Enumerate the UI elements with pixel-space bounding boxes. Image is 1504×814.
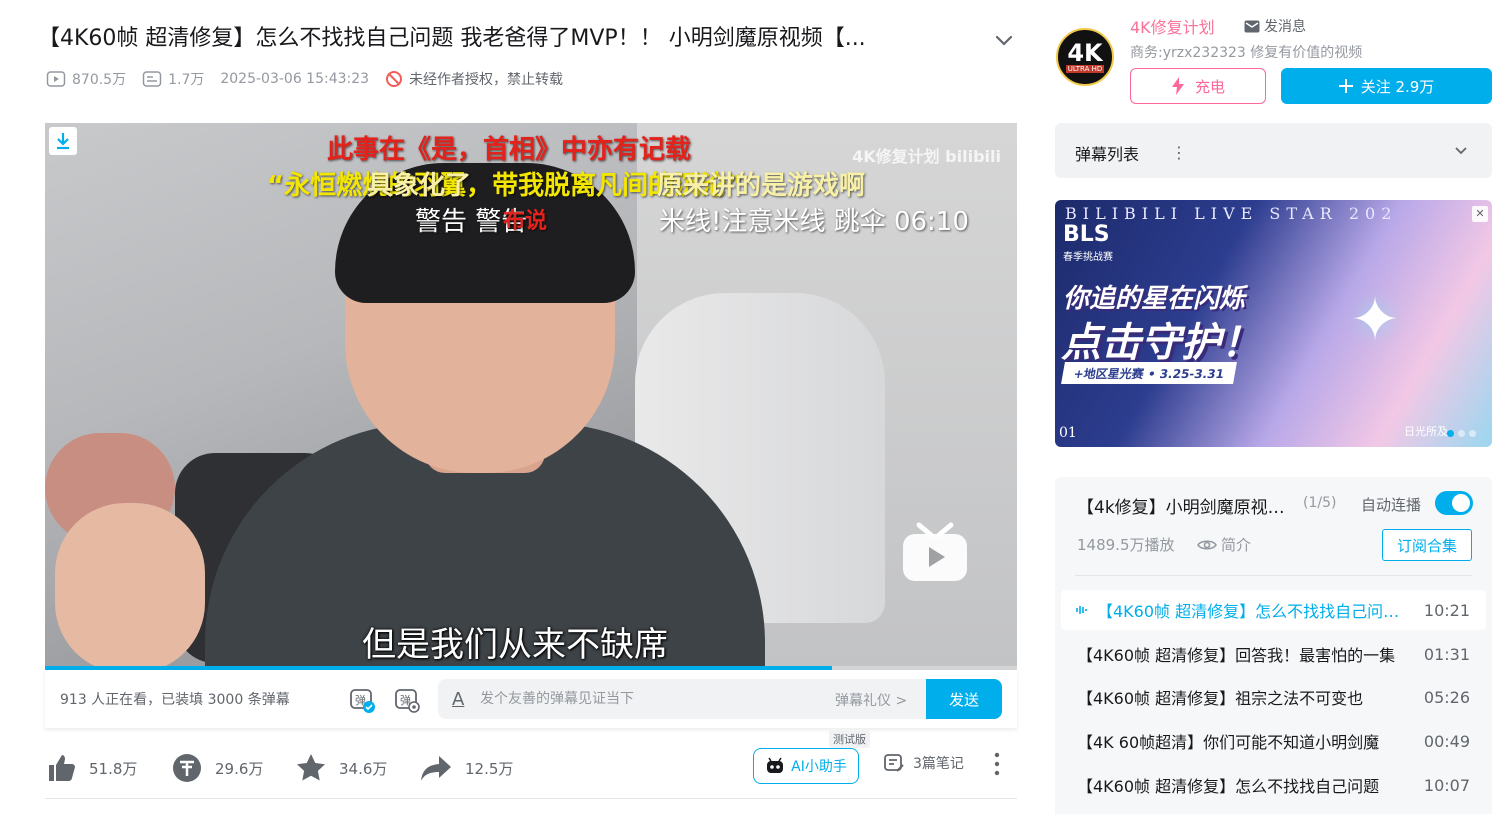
ad-top-text: BILIBILI LIVE STAR 202 [1065, 204, 1398, 223]
thumbs-up-icon [49, 755, 75, 781]
ad-brand-sub: 春季挑战赛 [1063, 252, 1113, 263]
danmaku-item: 米线!注意米线 跳伞 06:10 [659, 207, 969, 237]
chevron-down-icon [1455, 147, 1467, 155]
forbidden-icon [386, 71, 403, 87]
subscribe-collection-button[interactable]: 订阅合集 [1382, 529, 1472, 561]
divider [45, 798, 1017, 799]
copyright-notice: 未经作者授权，禁止转载 [385, 69, 563, 89]
video-meta: 870.5万 1.7万 2025-03-06 15:43:23 未经作者授权，禁… [46, 68, 579, 90]
ad-headline-2: 点击守护！ [1061, 320, 1261, 366]
lightning-icon [1171, 77, 1184, 95]
share-arrow-icon [421, 756, 451, 781]
coin-icon [173, 754, 201, 782]
watermark: 4K修复计划 bilibili [852, 147, 1001, 166]
ad-banner[interactable]: BILIBILI LIVE STAR 202 BLS 春季挑战赛 你追的星在闪烁… [1055, 200, 1492, 447]
ad-date: +地区星光赛 • 3.25-3.31 [1061, 362, 1237, 384]
playlist-title[interactable]: 【4k修复】小明剑魔原视频合集 [1077, 493, 1287, 518]
playing-wave-icon [1076, 606, 1087, 614]
playlist-episode[interactable]: 【4K60帧 超清修复】祖宗之法不可变也 05:26 [1061, 677, 1486, 717]
danmaku-input[interactable] [480, 679, 820, 719]
publish-time: 2025-03-06 15:43:23 [220, 71, 370, 87]
like-button[interactable]: 51.8万 [45, 752, 137, 784]
playlist-episode[interactable]: 【4K60帧 超清修复】怎么不找找自己问题 10:07 [1061, 765, 1486, 805]
danmaku-send-bar: 913 人正在看，已装填 3000 条弹幕 弹 弹 A 弹幕礼仪 > 发送 [45, 670, 1017, 728]
close-icon[interactable]: ✕ [1472, 206, 1488, 222]
eye-icon [1197, 539, 1217, 550]
beta-tag: 测试版 [829, 730, 870, 748]
share-button[interactable]: 12.5万 [419, 752, 513, 784]
chevron-down-icon[interactable] [992, 28, 1016, 52]
viewer-count: 913 人正在看，已装填 3000 条弹幕 [60, 692, 290, 708]
more-options-icon[interactable]: ⋮ [1171, 143, 1187, 162]
ad-footer-text: 日光所及 [1404, 425, 1448, 438]
playlist-episode[interactable]: 【4K60帧 超清修复】怎么不找找自己问题 我老爸得了MVP 10:21 [1061, 590, 1486, 630]
view-count: 870.5万 [46, 69, 126, 89]
danmaku-settings-icon[interactable]: 弹 [393, 686, 421, 714]
uploader-description: 商务:yrzx232323 修复有价值的视频 [1130, 45, 1363, 61]
danmaku-item: 此事在《是，首相》中亦有记载 [327, 135, 692, 165]
playlist-episode[interactable]: 【4K60帧 超清修复】回答我！最害怕的一集 01:31 [1061, 634, 1486, 674]
danmaku-toggle-icon[interactable]: 弹 [348, 686, 376, 714]
playlist-intro-link[interactable]: 简介 [1197, 534, 1251, 555]
autoplay-toggle[interactable] [1435, 491, 1473, 515]
follow-button[interactable]: 关注 2.9万 [1281, 68, 1492, 104]
video-subtitle: 但是我们从来不缺席 [362, 625, 668, 665]
favorite-button[interactable]: 34.6万 [295, 752, 387, 784]
more-menu-icon[interactable] [991, 750, 1015, 778]
text-style-icon[interactable]: A [452, 689, 464, 710]
uploader-avatar[interactable]: 4K ULTRA HD [1056, 28, 1114, 86]
ai-assistant-button[interactable]: AI小助手 [753, 748, 859, 784]
ad-page-number: 01 [1059, 425, 1077, 441]
divider [1075, 575, 1472, 576]
video-title: 【4K60帧 超清修复】怎么不找找自己问题 我老爸得了MVP！！ 小明剑魔原视频… [38, 26, 866, 51]
uploader-name[interactable]: 4K修复计划 [1130, 14, 1215, 38]
note-icon [884, 754, 904, 772]
notes-button[interactable]: 3篇笔记 [883, 752, 964, 774]
playlist-panel: 【4k修复】小明剑魔原视频合集 (1/5) 自动连播 1489.5万播放 简介 … [1055, 477, 1492, 814]
danmaku-list-label: 弹幕列表 [1075, 145, 1140, 164]
danmaku-item: 原来讲的是游戏啊 [657, 171, 866, 201]
send-danmaku-button[interactable]: 发送 [926, 679, 1002, 719]
playlist-episode[interactable]: 【4K 60帧超清】你们可能不知道小明剑魔 00:49 [1061, 721, 1486, 761]
danmaku-item: 具象化了 [367, 171, 472, 201]
envelope-icon [1244, 20, 1260, 32]
danmaku-count-icon [142, 71, 162, 87]
action-toolbar: 51.8万 29.6万 34.6万 12.5万 测试版 AI小助手 3篇笔记 [45, 730, 1017, 790]
playlist-plays: 1489.5万播放 [1077, 536, 1175, 554]
danmaku-count: 1.7万 [142, 69, 204, 89]
danmaku-etiquette-link[interactable]: 弹幕礼仪 > [835, 690, 907, 710]
danmaku-input-wrapper: A 弹幕礼仪 > 发送 [438, 679, 1002, 719]
video-player[interactable]: 此事在《是，首相》中亦有记载 “永恒燃烧的羽翼，带我脱离凡间的沉沦” 具象化了 … [45, 123, 1017, 670]
plus-icon [1338, 79, 1353, 93]
charge-button[interactable]: 充电 [1130, 68, 1266, 104]
danmaku-item: 布说 [503, 209, 548, 234]
sparkle-star-icon: ✦ [1349, 285, 1401, 355]
robot-icon [767, 757, 784, 773]
playlist-count: (1/5) [1303, 495, 1337, 511]
star-icon [297, 754, 325, 781]
download-icon[interactable] [49, 127, 77, 155]
danmaku-list-panel[interactable]: 弹幕列表 ⋮ [1055, 123, 1492, 178]
autoplay-label: 自动连播 [1361, 496, 1422, 514]
bilibili-tv-icon[interactable] [901, 521, 969, 583]
play-count-icon [46, 71, 66, 87]
coin-button[interactable]: 29.6万 [171, 752, 263, 784]
send-message-link[interactable]: 发消息 [1244, 16, 1306, 36]
ad-brand: BLS [1063, 222, 1110, 247]
ad-pager[interactable] [1447, 430, 1476, 437]
